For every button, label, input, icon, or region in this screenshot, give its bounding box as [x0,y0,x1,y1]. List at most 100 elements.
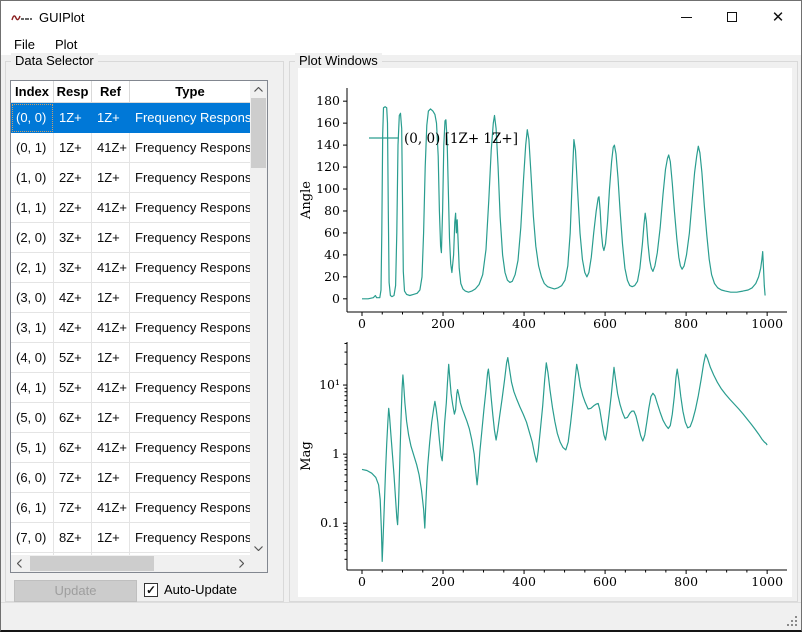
table-cell[interactable]: 41Z+ [92,313,130,343]
close-button[interactable]: ✕ [755,1,801,33]
table-cell[interactable]: 41Z+ [92,193,130,223]
table-cell[interactable]: 4Z+ [54,313,92,343]
svg-text:80: 80 [324,203,340,218]
table-cell[interactable]: 1Z+ [92,403,130,433]
table-cell[interactable]: Frequency Response Function [130,463,250,493]
table-row[interactable]: (7, 0)8Z+1Z+Frequency Response Function [11,523,250,553]
table-cell[interactable]: 3Z+ [54,223,92,253]
resize-grip-icon[interactable] [785,614,798,627]
table-cell[interactable]: (0, 0) [11,103,54,133]
table-cell[interactable]: 5Z+ [54,343,92,373]
table-row[interactable]: (6, 0)7Z+1Z+Frequency Response Function [11,463,250,493]
column-header-type[interactable]: Type [130,81,250,102]
table-cell[interactable]: 1Z+ [92,463,130,493]
table-cell[interactable]: 2Z+ [54,193,92,223]
svg-text:0.1: 0.1 [320,515,340,530]
table-cell[interactable]: Frequency Response Function [130,433,250,463]
column-header-ref[interactable]: Ref [92,81,130,102]
table-cell[interactable]: 1Z+ [92,283,130,313]
vertical-scrollbar[interactable] [250,81,267,557]
scroll-left-arrow[interactable] [11,555,28,572]
table-cell[interactable]: 5Z+ [54,373,92,403]
table-cell[interactable]: Frequency Response Function [130,163,250,193]
table-cell[interactable]: (3, 1) [11,313,54,343]
table-cell[interactable]: 6Z+ [54,433,92,463]
table-cell[interactable]: (5, 0) [11,403,54,433]
minimize-button[interactable] [663,1,709,33]
table-cell[interactable]: (4, 1) [11,373,54,403]
table-cell[interactable]: (2, 0) [11,223,54,253]
chevron-up-icon [254,87,263,92]
table-cell[interactable]: (3, 0) [11,283,54,313]
table-cell[interactable]: 7Z+ [54,463,92,493]
scroll-right-arrow[interactable] [233,555,250,572]
table-cell[interactable]: (4, 0) [11,343,54,373]
table-cell[interactable]: (1, 0) [11,163,54,193]
table-row[interactable]: (5, 0)6Z+1Z+Frequency Response Function [11,403,250,433]
column-header-index[interactable]: Index [11,81,54,102]
auto-update-label[interactable]: Auto-Update [164,582,237,597]
table-cell[interactable]: Frequency Response Function [130,343,250,373]
table-cell[interactable]: 41Z+ [92,133,130,163]
table-row[interactable]: (0, 0)1Z+1Z+Frequency Response Function [11,103,250,133]
table-cell[interactable]: 41Z+ [92,493,130,523]
table-cell[interactable]: 1Z+ [92,163,130,193]
table-cell[interactable]: (0, 1) [11,133,54,163]
table-cell[interactable]: 4Z+ [54,283,92,313]
table-cell[interactable]: (2, 1) [11,253,54,283]
table-cell[interactable]: 1Z+ [92,103,130,133]
table-cell[interactable]: 8Z+ [54,523,92,553]
maximize-button[interactable] [709,1,755,33]
menu-plot[interactable]: Plot [45,35,87,54]
table-cell[interactable]: Frequency Response Function [130,193,250,223]
table-cell[interactable]: 41Z+ [92,373,130,403]
menu-file[interactable]: File [4,35,45,54]
table-cell[interactable]: (7, 0) [11,523,54,553]
table-cell[interactable]: Frequency Response Function [130,223,250,253]
table-cell[interactable]: Frequency Response Function [130,133,250,163]
table-cell[interactable]: 1Z+ [54,103,92,133]
svg-text:0: 0 [358,316,366,331]
table-row[interactable]: (2, 1)3Z+41Z+Frequency Response Function [11,253,250,283]
table-cell[interactable]: Frequency Response Function [130,313,250,343]
table-cell[interactable]: 1Z+ [92,223,130,253]
table-cell[interactable]: Frequency Response Function [130,523,250,553]
table-row[interactable]: (1, 1)2Z+41Z+Frequency Response Function [11,193,250,223]
table-row[interactable]: (4, 1)5Z+41Z+Frequency Response Function [11,373,250,403]
table-cell[interactable]: 3Z+ [54,253,92,283]
table-cell[interactable]: 1Z+ [92,523,130,553]
table-cell[interactable]: (6, 1) [11,493,54,523]
horizontal-scrollbar[interactable] [11,555,250,572]
table-cell[interactable]: 1Z+ [92,343,130,373]
table-row[interactable]: (5, 1)6Z+41Z+Frequency Response Function [11,433,250,463]
table-cell[interactable]: Frequency Response Function [130,253,250,283]
table-cell[interactable]: Frequency Response Function [130,103,250,133]
auto-update-checkbox[interactable]: ✓ [144,583,158,597]
table-cell[interactable]: (6, 0) [11,463,54,493]
table-row[interactable]: (6, 1)7Z+41Z+Frequency Response Function [11,493,250,523]
table-cell[interactable]: 7Z+ [54,493,92,523]
update-button[interactable]: Update [14,580,137,602]
scroll-up-arrow[interactable] [250,81,267,98]
table-row[interactable]: (2, 0)3Z+1Z+Frequency Response Function [11,223,250,253]
table-cell[interactable]: 41Z+ [92,253,130,283]
vertical-scroll-thumb[interactable] [251,98,266,168]
table-cell[interactable]: 1Z+ [54,133,92,163]
table-cell[interactable]: Frequency Response Function [130,283,250,313]
table-row[interactable]: (3, 1)4Z+41Z+Frequency Response Function [11,313,250,343]
table-cell[interactable]: Frequency Response Function [130,373,250,403]
table-cell[interactable]: 2Z+ [54,163,92,193]
table-cell[interactable]: 41Z+ [92,433,130,463]
table-cell[interactable]: (1, 1) [11,193,54,223]
table-cell[interactable]: (5, 1) [11,433,54,463]
horizontal-scroll-thumb[interactable] [30,556,154,571]
plot-windows-title: Plot Windows [295,53,382,68]
table-cell[interactable]: 6Z+ [54,403,92,433]
table-cell[interactable]: Frequency Response Function [130,493,250,523]
table-cell[interactable]: Frequency Response Function [130,403,250,433]
table-row[interactable]: (3, 0)4Z+1Z+Frequency Response Function [11,283,250,313]
column-header-resp[interactable]: Resp [54,81,92,102]
table-row[interactable]: (1, 0)2Z+1Z+Frequency Response Function [11,163,250,193]
table-row[interactable]: (0, 1)1Z+41Z+Frequency Response Function [11,133,250,163]
table-row[interactable]: (4, 0)5Z+1Z+Frequency Response Function [11,343,250,373]
